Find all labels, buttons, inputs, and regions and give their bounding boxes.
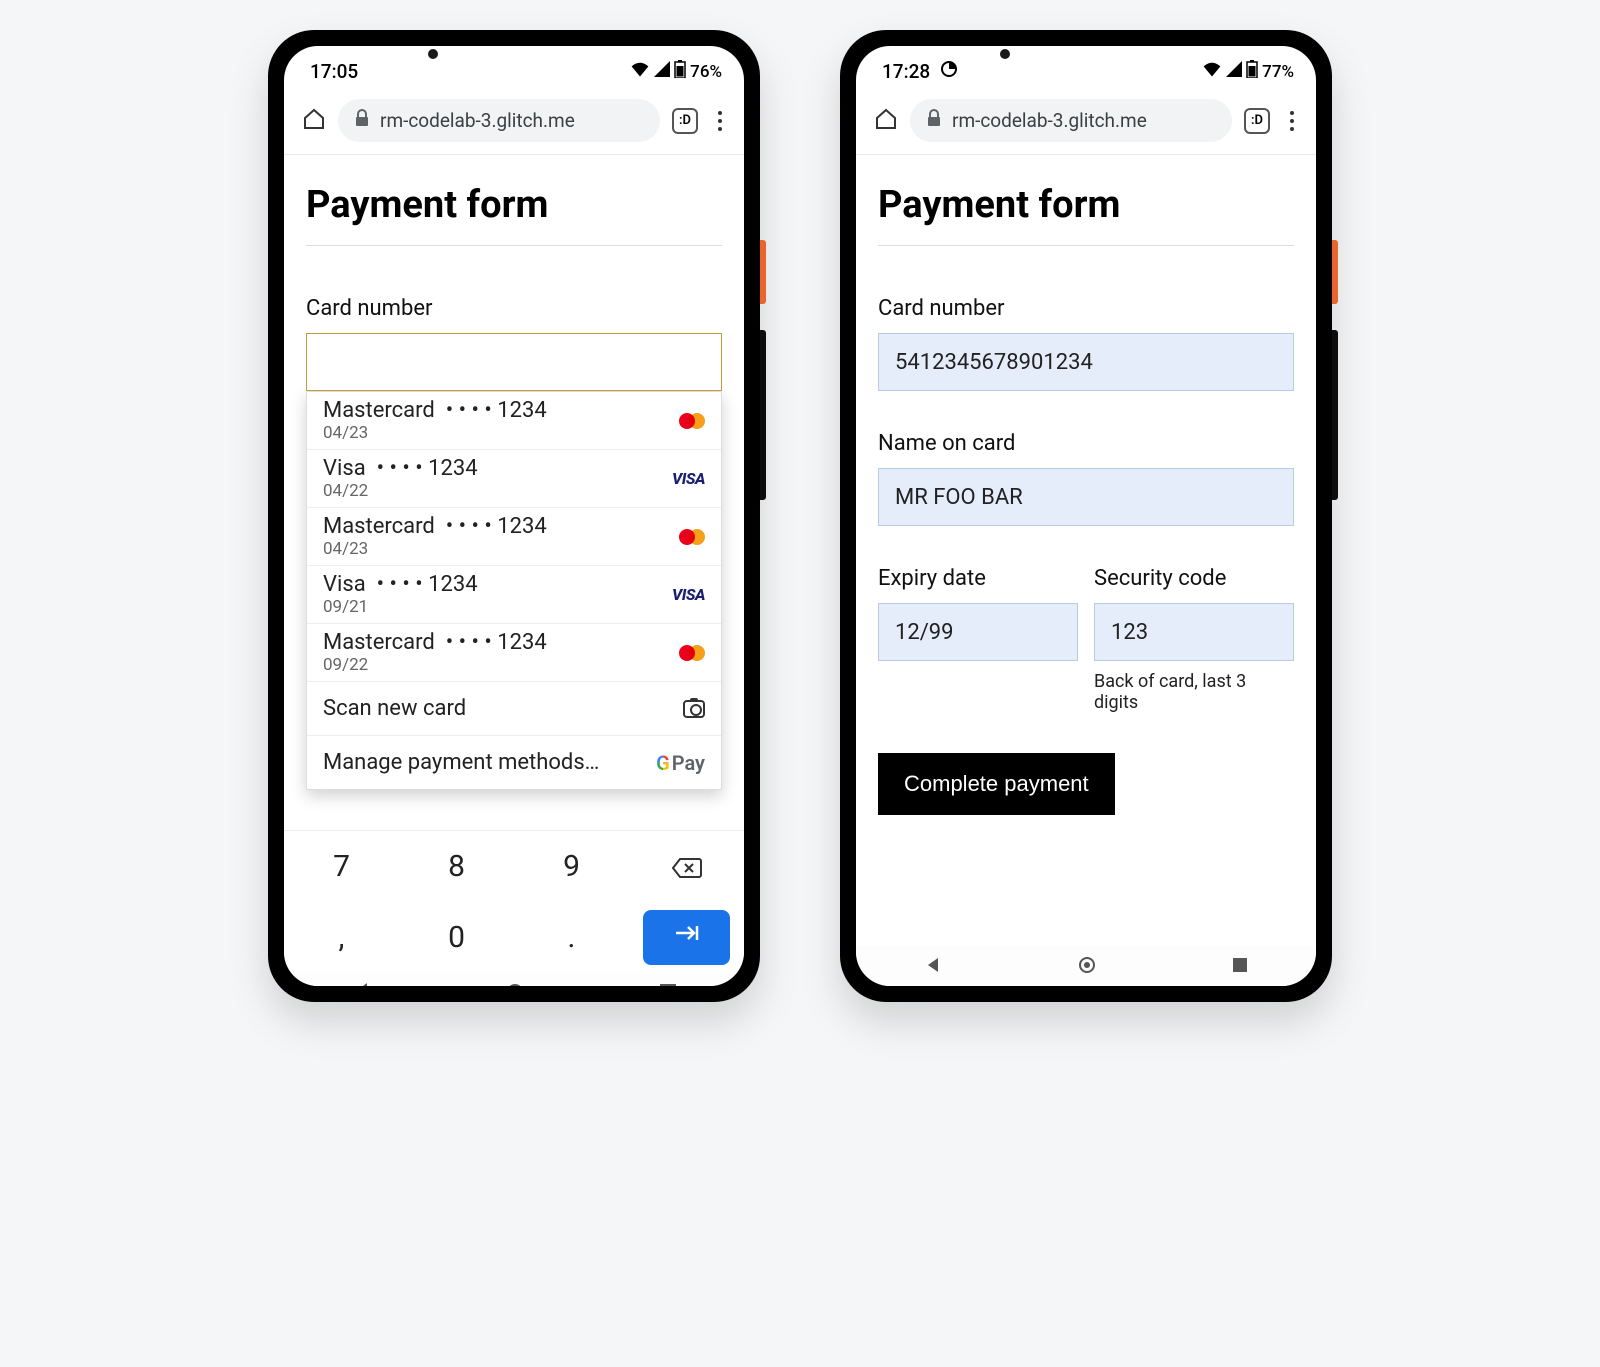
- mastercard-icon: [679, 645, 705, 661]
- gpay-icon: GPay: [656, 751, 705, 775]
- tab-switcher[interactable]: :D: [1244, 108, 1270, 134]
- autofill-card-option[interactable]: Mastercard • • • • 1234 09/22: [307, 624, 721, 682]
- browser-toolbar: rm-codelab-3.glitch.me :D: [284, 91, 744, 155]
- name-on-card-label: Name on card: [878, 431, 1294, 456]
- numeric-keypad: 7 8 9 , 0 .: [284, 830, 744, 973]
- key-7[interactable]: 7: [284, 831, 399, 902]
- cell-signal-icon: [654, 61, 670, 82]
- android-navbar: [284, 973, 744, 986]
- autofill-card-option[interactable]: Mastercard • • • • 1234 04/23: [307, 508, 721, 566]
- wifi-icon: [630, 61, 650, 82]
- power-button: [1332, 240, 1338, 304]
- key-8[interactable]: 8: [399, 831, 514, 902]
- nav-recents-icon[interactable]: [1232, 957, 1248, 977]
- battery-icon: [1246, 60, 1258, 83]
- nav-home-icon[interactable]: [1078, 956, 1096, 978]
- name-on-card-input[interactable]: MR FOO BAR: [878, 468, 1294, 526]
- key-period[interactable]: .: [514, 902, 629, 973]
- lock-icon: [354, 109, 370, 132]
- complete-payment-button[interactable]: Complete payment: [878, 753, 1115, 815]
- nav-home-icon[interactable]: [506, 983, 524, 986]
- android-navbar: [856, 946, 1316, 986]
- mastercard-icon: [679, 529, 705, 545]
- home-icon[interactable]: [874, 107, 898, 135]
- key-9[interactable]: 9: [514, 831, 629, 902]
- volume-button: [760, 330, 766, 500]
- page-content: Payment form Card number Mastercard • • …: [284, 155, 744, 830]
- card-number-input[interactable]: [306, 333, 722, 391]
- card-number-input[interactable]: 5412345678901234: [878, 333, 1294, 391]
- volume-button: [1332, 330, 1338, 500]
- mastercard-icon: [679, 413, 705, 429]
- autofill-card-option[interactable]: Visa • • • • 1234 04/22 VISA: [307, 450, 721, 508]
- cvc-label: Security code: [1094, 566, 1294, 591]
- tab-switcher[interactable]: :D: [672, 108, 698, 134]
- screen: 17:05 76%: [284, 46, 744, 986]
- cell-signal-icon: [1226, 61, 1242, 82]
- manage-payment-methods[interactable]: Manage payment methods… GPay: [307, 736, 721, 789]
- autofill-card-option[interactable]: Visa • • • • 1234 09/21 VISA: [307, 566, 721, 624]
- scan-new-card[interactable]: Scan new card: [307, 682, 721, 736]
- page-content: Payment form Card number 541234567890123…: [856, 155, 1316, 946]
- overflow-menu-icon[interactable]: [1290, 119, 1294, 123]
- address-bar[interactable]: rm-codelab-3.glitch.me: [338, 99, 660, 142]
- autofill-dropdown: Mastercard • • • • 1234 04/23 Visa • • •…: [306, 391, 722, 790]
- status-bar: 17:05 76%: [284, 46, 744, 91]
- url-text: rm-codelab-3.glitch.me: [952, 109, 1147, 132]
- visa-icon: VISA: [672, 469, 705, 488]
- clock: 17:28: [882, 60, 930, 83]
- browser-toolbar: rm-codelab-3.glitch.me :D: [856, 91, 1316, 155]
- power-button: [760, 240, 766, 304]
- page-title: Payment form: [306, 183, 722, 246]
- phone-right: 17:28 77% rm-codelab-3.glitch.me :D P: [840, 30, 1332, 1002]
- key-comma[interactable]: ,: [284, 902, 399, 973]
- battery-percent: 76%: [690, 62, 722, 82]
- page-title: Payment form: [878, 183, 1294, 246]
- clock: 17:05: [310, 60, 358, 83]
- address-bar[interactable]: rm-codelab-3.glitch.me: [910, 99, 1232, 142]
- screen: 17:28 77% rm-codelab-3.glitch.me :D P: [856, 46, 1316, 986]
- expiry-input[interactable]: 12/99: [878, 603, 1078, 661]
- expiry-label: Expiry date: [878, 566, 1078, 591]
- camera-icon: [683, 700, 705, 718]
- url-text: rm-codelab-3.glitch.me: [380, 109, 575, 132]
- data-saver-icon: [940, 60, 958, 83]
- nav-back-icon[interactable]: [924, 956, 942, 978]
- battery-percent: 77%: [1262, 62, 1294, 82]
- phone-left: 17:05 76%: [268, 30, 760, 1002]
- card-number-label: Card number: [878, 296, 1294, 321]
- status-bar: 17:28 77%: [856, 46, 1316, 91]
- cvc-help-text: Back of card, last 3 digits: [1094, 671, 1294, 713]
- home-icon[interactable]: [302, 107, 326, 135]
- key-backspace[interactable]: [629, 831, 744, 902]
- battery-icon: [674, 60, 686, 83]
- lock-icon: [926, 109, 942, 132]
- visa-icon: VISA: [672, 585, 705, 604]
- wifi-icon: [1202, 61, 1222, 82]
- key-0[interactable]: 0: [399, 902, 514, 973]
- cvc-input[interactable]: 123: [1094, 603, 1294, 661]
- nav-recents-icon[interactable]: [660, 984, 676, 986]
- key-next[interactable]: [643, 910, 730, 965]
- card-number-label: Card number: [306, 296, 722, 321]
- nav-back-icon[interactable]: [352, 983, 370, 986]
- autofill-card-option[interactable]: Mastercard • • • • 1234 04/23: [307, 392, 721, 450]
- overflow-menu-icon[interactable]: [718, 119, 722, 123]
